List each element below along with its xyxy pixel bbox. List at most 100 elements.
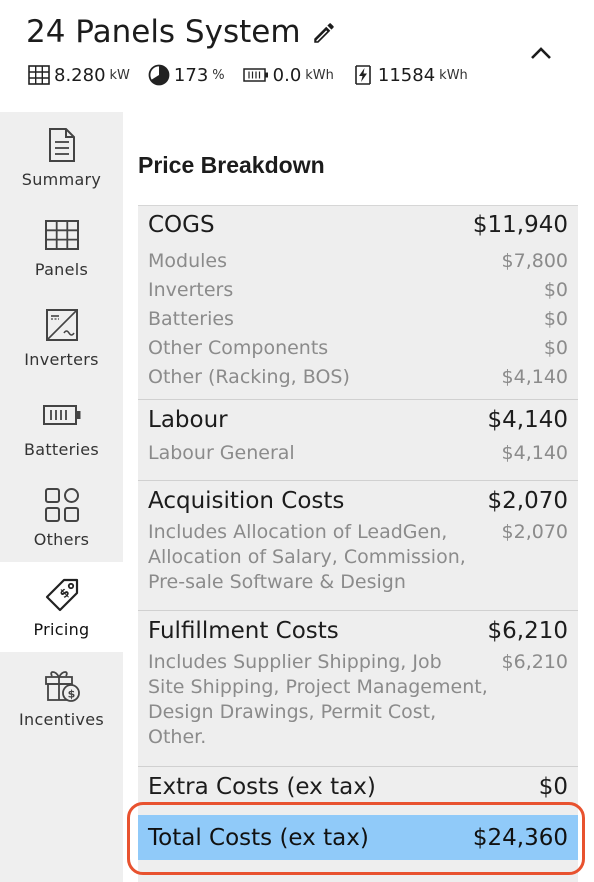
cost-group-header: COGS $11,940 <box>148 212 568 247</box>
document-icon <box>48 128 75 162</box>
cost-group-amount: $0 <box>538 774 568 800</box>
system-title-row: 24 Panels System <box>26 14 337 50</box>
sidebar-item-batteries[interactable]: Batteries <box>0 382 123 472</box>
stat-unit: kWh <box>305 67 334 83</box>
total-costs-amount: $24,360 <box>472 824 568 851</box>
stat-value: 0.0 <box>272 64 302 86</box>
cost-group-amount: $4,140 <box>487 407 568 433</box>
svg-text:$: $ <box>67 688 75 701</box>
cost-group-header: Fulfillment Costs $6,210 <box>148 618 568 650</box>
sidebar-item-panels[interactable]: Panels <box>0 202 123 292</box>
stat-offset: 173 % <box>148 64 225 86</box>
cost-line-amount: $7,800 <box>501 250 568 272</box>
sidebar-item-label: Pricing <box>33 620 90 639</box>
cost-line: Other Components $0 <box>148 334 568 363</box>
cost-group-amount: $6,210 <box>487 618 568 644</box>
pricing-panel: Price Breakdown COGS $11,940 Modules $7,… <box>123 112 594 882</box>
cost-line-label: Labour General <box>148 442 295 464</box>
inverter-icon <box>45 309 78 341</box>
cost-group-name: Fulfillment Costs <box>148 618 339 644</box>
stat-energy: 11584 kWh <box>352 64 468 86</box>
cost-group-amount: $2,070 <box>487 488 568 514</box>
sidebar-item-others[interactable]: Others <box>0 472 123 562</box>
cost-line-label: Pre-sale Software & Design <box>148 571 406 593</box>
sidebar-item-label: Panels <box>34 260 89 279</box>
system-stats: 8.280 kW 173 % 0.0 kWh 11584 kWh <box>28 64 486 86</box>
panel-grid-icon <box>28 65 50 85</box>
cost-line-label: Batteries <box>148 308 234 330</box>
cost-line-amount: $4,140 <box>501 442 568 464</box>
sidebar-item-label: Incentives <box>18 710 104 729</box>
sidebar-item-label: Inverters <box>24 350 99 369</box>
panel-grid-icon <box>44 220 79 250</box>
cost-line: Batteries $0 <box>148 305 568 334</box>
sidebar-item-incentives[interactable]: $ Incentives <box>0 652 123 742</box>
sidebar-item-label: Summary <box>21 170 102 189</box>
stat-value: 173 <box>173 64 209 86</box>
section-title: Price Breakdown <box>138 152 325 178</box>
collapse-button[interactable] <box>523 38 559 68</box>
stat-value: 11584 <box>377 64 436 86</box>
stat-unit: kW <box>109 67 130 83</box>
sidebar-item-pricing[interactable]: $ Pricing <box>0 562 123 652</box>
cost-group-name: Extra Costs (ex tax) <box>148 774 376 800</box>
sidebar-item-label: Others <box>33 530 90 549</box>
sidebar-item-summary[interactable]: Summary <box>0 112 123 202</box>
stat-unit: % <box>212 67 225 83</box>
cost-line-label: Includes Allocation of LeadGen, <box>148 521 448 543</box>
total-costs-label: Total Costs (ex tax) <box>148 824 369 851</box>
cost-group-labour: Labour $4,140 Labour General $4,140 <box>138 401 578 481</box>
cost-group-header: Labour $4,140 <box>148 407 568 439</box>
cost-line-label: Inverters <box>148 279 234 301</box>
stat-system-size: 8.280 kW <box>28 65 130 86</box>
cost-group-amount: $11,940 <box>472 212 568 238</box>
cost-line-amount: $0 <box>543 308 568 330</box>
cost-line: Other (Racking, BOS) $4,140 <box>148 363 568 392</box>
grid-shapes-icon <box>44 488 79 522</box>
cost-group-name: Labour <box>148 407 228 433</box>
cost-line: Inverters $0 <box>148 276 568 305</box>
cost-group-extra: Extra Costs (ex tax) $0 <box>138 768 578 808</box>
cost-group-header: Extra Costs (ex tax) $0 <box>148 774 568 806</box>
gift-dollar-icon: $ <box>44 671 80 702</box>
cost-line-amount: $0 <box>543 279 568 301</box>
cost-line: Modules $7,800 <box>148 247 568 276</box>
cost-group-cogs: COGS $11,940 Modules $7,800 Inverters $0… <box>138 212 578 400</box>
edit-pencil-icon[interactable] <box>311 20 337 46</box>
sidebar-item-inverters[interactable]: Inverters <box>0 292 123 382</box>
cost-line-amount: $0 <box>543 337 568 359</box>
total-costs-row: Total Costs (ex tax) $24,360 <box>138 815 578 860</box>
cost-line-label: Design Drawings, Permit Cost, <box>148 701 437 723</box>
sidebar-nav: Summary Panels Inverters Batteries Other… <box>0 112 123 882</box>
cost-line-description: Includes Allocation of LeadGen, Allocati… <box>148 520 466 595</box>
price-tag-icon: $ <box>45 578 78 612</box>
cost-line: Includes Supplier Shipping, Job Site Shi… <box>148 650 568 750</box>
sidebar-item-label: Batteries <box>23 440 100 459</box>
system-title: 24 Panels System <box>26 14 301 50</box>
cost-line-amount: $2,070 <box>501 521 568 543</box>
cost-line: Labour General $4,140 <box>148 439 568 468</box>
cost-line-label: Other (Racking, BOS) <box>148 366 350 388</box>
stat-unit: kWh <box>439 67 468 83</box>
cost-group-name: Acquisition Costs <box>148 488 345 514</box>
cost-group-fulfillment: Fulfillment Costs $6,210 Includes Suppli… <box>138 612 578 767</box>
cost-line-label: Other. <box>148 726 207 748</box>
cost-line-label: Modules <box>148 250 227 272</box>
battery-icon <box>42 405 80 425</box>
cost-line-label: Site Shipping, Project Management, <box>148 676 488 698</box>
cost-line-amount: $4,140 <box>501 366 568 388</box>
cost-line: Includes Allocation of LeadGen, Allocati… <box>148 520 568 595</box>
price-breakdown-table: COGS $11,940 Modules $7,800 Inverters $0… <box>138 205 578 882</box>
cost-line-label: Other Components <box>148 337 329 359</box>
cost-line-amount: $6,210 <box>501 651 568 673</box>
cost-line-description: Includes Supplier Shipping, Job Site Shi… <box>148 650 488 750</box>
cost-group-name: COGS <box>148 212 215 238</box>
energy-bolt-icon <box>355 65 371 85</box>
stat-battery: 0.0 kWh <box>242 64 334 86</box>
offset-pie-icon <box>148 64 170 86</box>
system-header: 24 Panels System 8.280 kW 173 % 0.0 kWh … <box>0 0 594 112</box>
battery-icon <box>242 68 268 82</box>
cost-line-label: Allocation of Salary, Commission, <box>148 546 466 568</box>
cost-group-acquisition: Acquisition Costs $2,070 Includes Alloca… <box>138 482 578 611</box>
stat-value: 8.280 <box>54 64 106 86</box>
